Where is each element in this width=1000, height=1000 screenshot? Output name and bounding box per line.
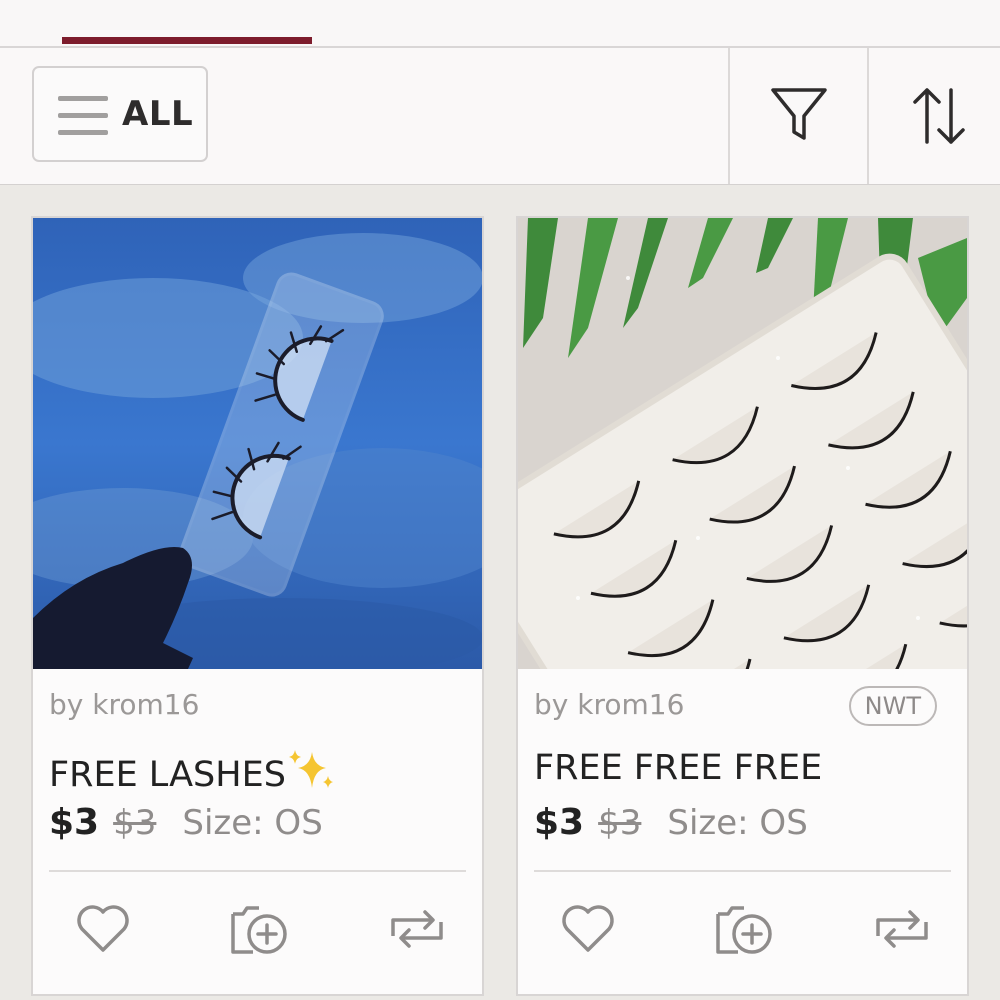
heart-icon — [77, 905, 129, 952]
size: Size: OS — [667, 803, 808, 843]
condition-badge: NWT — [848, 686, 937, 726]
price: $3 — [49, 802, 100, 843]
listing-title[interactable]: FREE LASHES — [49, 748, 336, 795]
price-row: $3 $3 Size: OS — [534, 802, 808, 843]
sort-icon — [913, 88, 965, 144]
add-to-bundle-button[interactable] — [223, 898, 287, 958]
listing-card[interactable]: by krom16 FREE LASHES $3 $3 Size: OS — [31, 216, 484, 996]
size: Size: OS — [182, 803, 323, 843]
all-label: ALL — [122, 94, 194, 134]
top-tab-bar — [0, 0, 1000, 48]
listing-image[interactable] — [518, 218, 967, 669]
heart-icon — [562, 905, 614, 952]
filter-toolbar: ALL — [0, 48, 1000, 185]
seller-name[interactable]: by krom16 — [534, 688, 684, 721]
card-divider — [49, 870, 466, 872]
share-icon — [876, 910, 928, 948]
like-button[interactable] — [73, 898, 133, 958]
all-categories-button[interactable]: ALL — [32, 66, 208, 162]
card-divider — [534, 870, 951, 872]
hamburger-icon — [58, 96, 108, 136]
price-row: $3 $3 Size: OS — [49, 802, 323, 843]
share-button[interactable] — [385, 898, 445, 958]
add-to-bundle-button[interactable] — [708, 898, 772, 958]
listing-title[interactable]: FREE FREE FREE — [534, 748, 822, 788]
like-button[interactable] — [558, 898, 618, 958]
tab-2[interactable] — [375, 0, 1000, 46]
share-icon — [391, 910, 443, 948]
listing-card[interactable]: by krom16 NWT FREE FREE FREE $3 $3 Size: O… — [516, 216, 969, 996]
filter-icon — [771, 88, 827, 140]
price: $3 — [534, 802, 585, 843]
filter-button[interactable] — [730, 48, 868, 184]
sparkles-icon — [288, 750, 333, 788]
bundle-add-icon — [231, 906, 287, 954]
listing-title-text: FREE LASHES — [49, 755, 286, 795]
share-button[interactable] — [870, 898, 930, 958]
bundle-add-icon — [716, 906, 772, 954]
listing-image[interactable] — [33, 218, 482, 669]
seller-name[interactable]: by krom16 — [49, 688, 199, 721]
sort-button[interactable] — [869, 48, 1000, 184]
original-price: $3 — [598, 803, 642, 843]
active-tab-indicator — [62, 37, 312, 44]
original-price: $3 — [113, 803, 157, 843]
